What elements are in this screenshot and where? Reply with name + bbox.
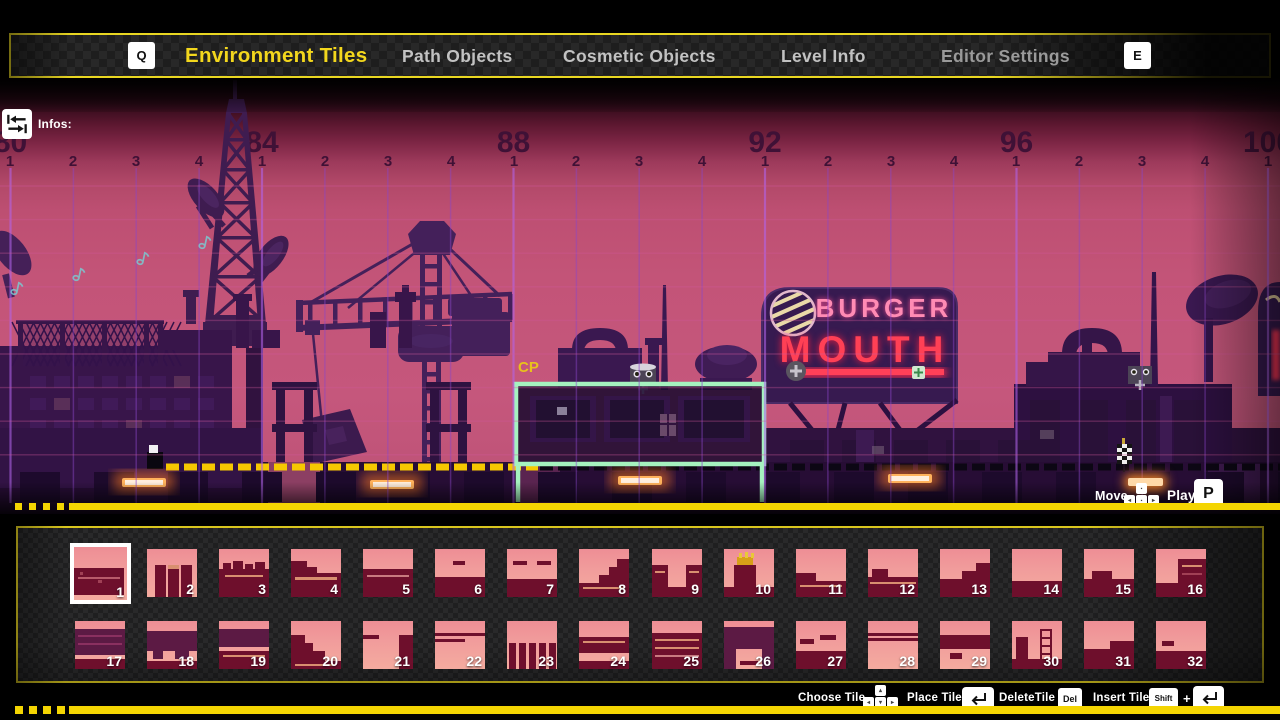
svg-text:3: 3: [384, 153, 392, 170]
svg-text:1: 1: [6, 153, 14, 170]
svg-text:2: 2: [572, 153, 580, 170]
svg-text:3: 3: [1138, 153, 1146, 170]
svg-text:2: 2: [321, 153, 329, 170]
svg-text:1: 1: [258, 153, 266, 170]
svg-text:4: 4: [195, 153, 204, 170]
svg-text:CP: CP: [518, 359, 539, 376]
svg-text:1: 1: [510, 153, 518, 170]
svg-text:4: 4: [447, 153, 456, 170]
svg-text:3: 3: [887, 153, 895, 170]
svg-text:2: 2: [1075, 153, 1083, 170]
svg-text:2: 2: [69, 153, 77, 170]
svg-text:1: 1: [761, 153, 769, 170]
svg-text:2: 2: [824, 153, 832, 170]
svg-text:4: 4: [950, 153, 959, 170]
svg-text:1: 1: [1012, 153, 1020, 170]
svg-text:3: 3: [635, 153, 643, 170]
svg-text:BURGER: BURGER: [816, 293, 953, 323]
svg-text:3: 3: [132, 153, 140, 170]
svg-text:MOUTH: MOUTH: [780, 329, 951, 370]
svg-text:4: 4: [698, 153, 707, 170]
